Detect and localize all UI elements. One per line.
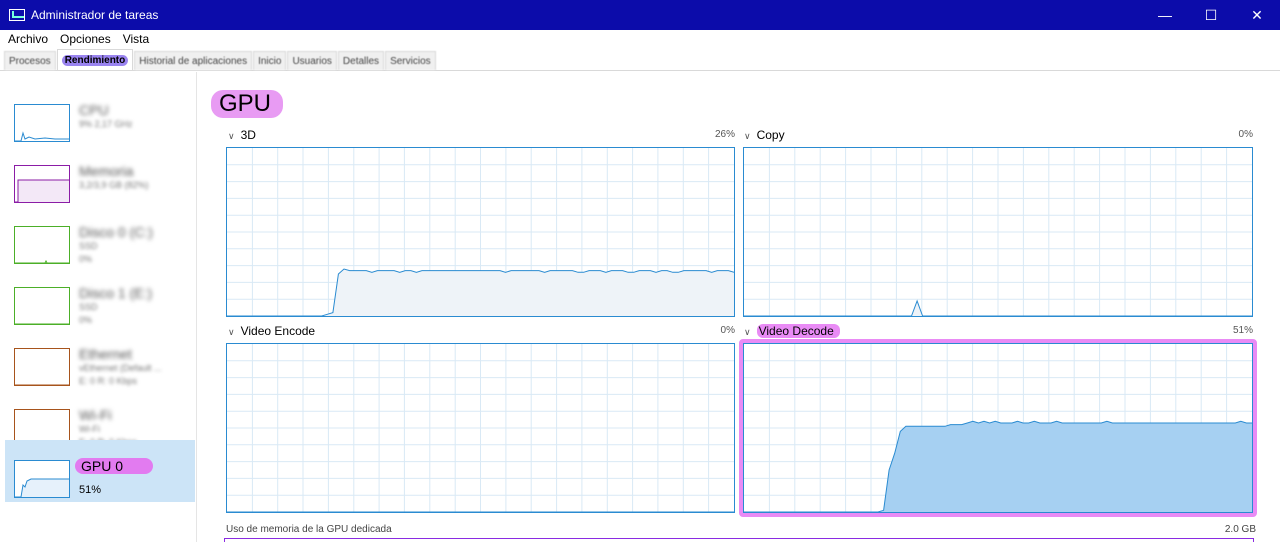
sidebar-item-subtitle: 3,2/3,9 GB (82%) [79, 180, 149, 190]
window-title: Administrador de tareas [31, 8, 159, 22]
engine-label: Video Encode [240, 324, 316, 338]
sidebar-item-title: GPU 0 [75, 458, 154, 474]
sidebar-item-subtitle: vEthernet (Default ... [79, 363, 162, 373]
sidebar-item-gpu-0[interactable]: GPU 0 51% [5, 440, 195, 502]
sidebar-item-ethernet[interactable]: Ethernet vEthernet (Default ... E: 0 R: 0 … [5, 328, 195, 390]
resource-sidebar: CPU 9% 2,17 GHz Memoria 3,2/3,9 GB (82%) Dis… [0, 72, 197, 542]
sidebar-thumbnail-graph [14, 348, 70, 386]
menu-archivo[interactable]: Archivo [4, 32, 52, 46]
sidebar-item-detail: 0% [79, 254, 93, 264]
sidebar-item-disco-1-e[interactable]: Disco 1 (E:) SSD 0% [5, 267, 195, 329]
gpu-memory-graph [224, 538, 1254, 542]
tab-historial[interactable]: Historial de aplicaciones [134, 51, 253, 70]
sidebar-item-memoria[interactable]: Memoria 3,2/3,9 GB (82%) [5, 145, 195, 207]
close-button[interactable]: ✕ [1234, 0, 1280, 30]
task-manager-window: Administrador de tareas — ☐ ✕ Archivo Op… [0, 0, 1280, 542]
sidebar-item-subtitle: 51% [79, 484, 102, 496]
sidebar-item-text: Memoria 3,2/3,9 GB (82%) [79, 163, 149, 192]
panel-header-video-encode[interactable]: ∨ Video Encode [228, 324, 315, 338]
chevron-down-icon: ∨ [744, 131, 751, 141]
tab-detalles[interactable]: Detalles [337, 51, 385, 70]
maximize-button[interactable]: ☐ [1188, 0, 1234, 30]
usage-graph-svg [744, 148, 1252, 316]
panel-header-video-decode[interactable]: ∨ Video Decode [744, 324, 840, 338]
usage-graph-svg [227, 148, 734, 316]
chevron-down-icon: ∨ [744, 327, 751, 337]
sidebar-item-detail: E: 0 R: 0 Kbps [79, 376, 138, 386]
panel-header-copy[interactable]: ∨ Copy [744, 128, 785, 142]
menu-bar: Archivo Opciones Vista [0, 30, 1280, 48]
tab-usuarios[interactable]: Usuarios [287, 51, 337, 70]
engine-label: Video Decode [756, 324, 840, 338]
sidebar-item-text: Ethernet vEthernet (Default ... E: 0 R: 0 … [79, 346, 162, 388]
sidebar-thumbnail-graph [14, 226, 70, 264]
sidebar-item-text: Disco 1 (E:) SSD 0% [79, 285, 152, 327]
sidebar-item-title: Memoria [79, 163, 134, 179]
sidebar-item-detail: 0% [79, 315, 93, 325]
engine-label: Copy [756, 128, 785, 142]
title-bar: Administrador de tareas — ☐ ✕ [0, 0, 1280, 30]
window-controls: — ☐ ✕ [1142, 0, 1280, 30]
sidebar-item-text: GPU 0 51% [75, 458, 154, 497]
sidebar-thumbnail-graph [14, 104, 70, 142]
sidebar-item-cpu[interactable]: CPU 9% 2,17 GHz [5, 84, 195, 146]
sidebar-item-title: Disco 1 (E:) [79, 285, 153, 301]
usage-graph-video-encode [226, 343, 735, 513]
gpu-memory-label: Uso de memoria de la GPU dedicada [226, 524, 392, 535]
engine-usage-percent: 51% [1232, 325, 1253, 336]
usage-graph-svg [227, 344, 734, 512]
gpu-memory-max: 2.0 GB [1224, 524, 1256, 535]
usage-graph-3d [226, 147, 735, 317]
sidebar-item-subtitle: 9% 2,17 GHz [79, 119, 133, 129]
sidebar-thumbnail-graph [14, 165, 70, 203]
chevron-down-icon: ∨ [228, 327, 235, 337]
sidebar-item-title: Wi-Fi [79, 407, 112, 423]
minimize-button[interactable]: — [1142, 0, 1188, 30]
sidebar-thumbnail-graph [14, 287, 70, 325]
sidebar-item-text: Disco 0 (C:) SSD 0% [79, 224, 153, 266]
engine-usage-percent: 0% [1238, 129, 1253, 140]
menu-opciones[interactable]: Opciones [56, 32, 115, 46]
page-title: GPU [211, 90, 284, 118]
sidebar-item-title: Disco 0 (C:) [79, 224, 153, 240]
task-manager-icon [9, 9, 25, 21]
chevron-down-icon: ∨ [228, 131, 235, 141]
sidebar-item-disco-0-c[interactable]: Disco 0 (C:) SSD 0% [5, 206, 195, 268]
engine-label: 3D [240, 128, 256, 142]
sidebar-item-subtitle: Wi-Fi [79, 424, 100, 434]
sidebar-thumbnail-graph [14, 460, 70, 498]
highlight-annotation [739, 339, 1257, 517]
tab-servicios[interactable]: Servicios [385, 51, 436, 70]
tab-rendimiento[interactable]: Rendimiento [56, 49, 134, 70]
engine-usage-percent: 26% [714, 129, 735, 140]
tab-procesos[interactable]: Procesos [4, 51, 56, 70]
panel-header-3d[interactable]: ∨ 3D [228, 128, 256, 142]
menu-vista[interactable]: Vista [119, 32, 153, 46]
sidebar-item-subtitle: SSD [79, 302, 98, 312]
sidebar-item-title: Ethernet [79, 346, 132, 362]
usage-graph-copy [743, 147, 1253, 317]
sidebar-item-subtitle: SSD [79, 241, 98, 251]
tab-inicio[interactable]: Inicio [253, 51, 287, 70]
sidebar-item-title: CPU [79, 102, 109, 118]
sidebar-item-text: CPU 9% 2,17 GHz [79, 102, 133, 131]
gpu-detail-pane: GPU ∨ 3D 26% ∨ Copy 0% ∨ Video Encode 0% ∨ Video D… [198, 72, 1280, 542]
tab-strip: Procesos Rendimiento Historial de aplica… [0, 49, 1280, 71]
engine-usage-percent: 0% [720, 325, 735, 336]
